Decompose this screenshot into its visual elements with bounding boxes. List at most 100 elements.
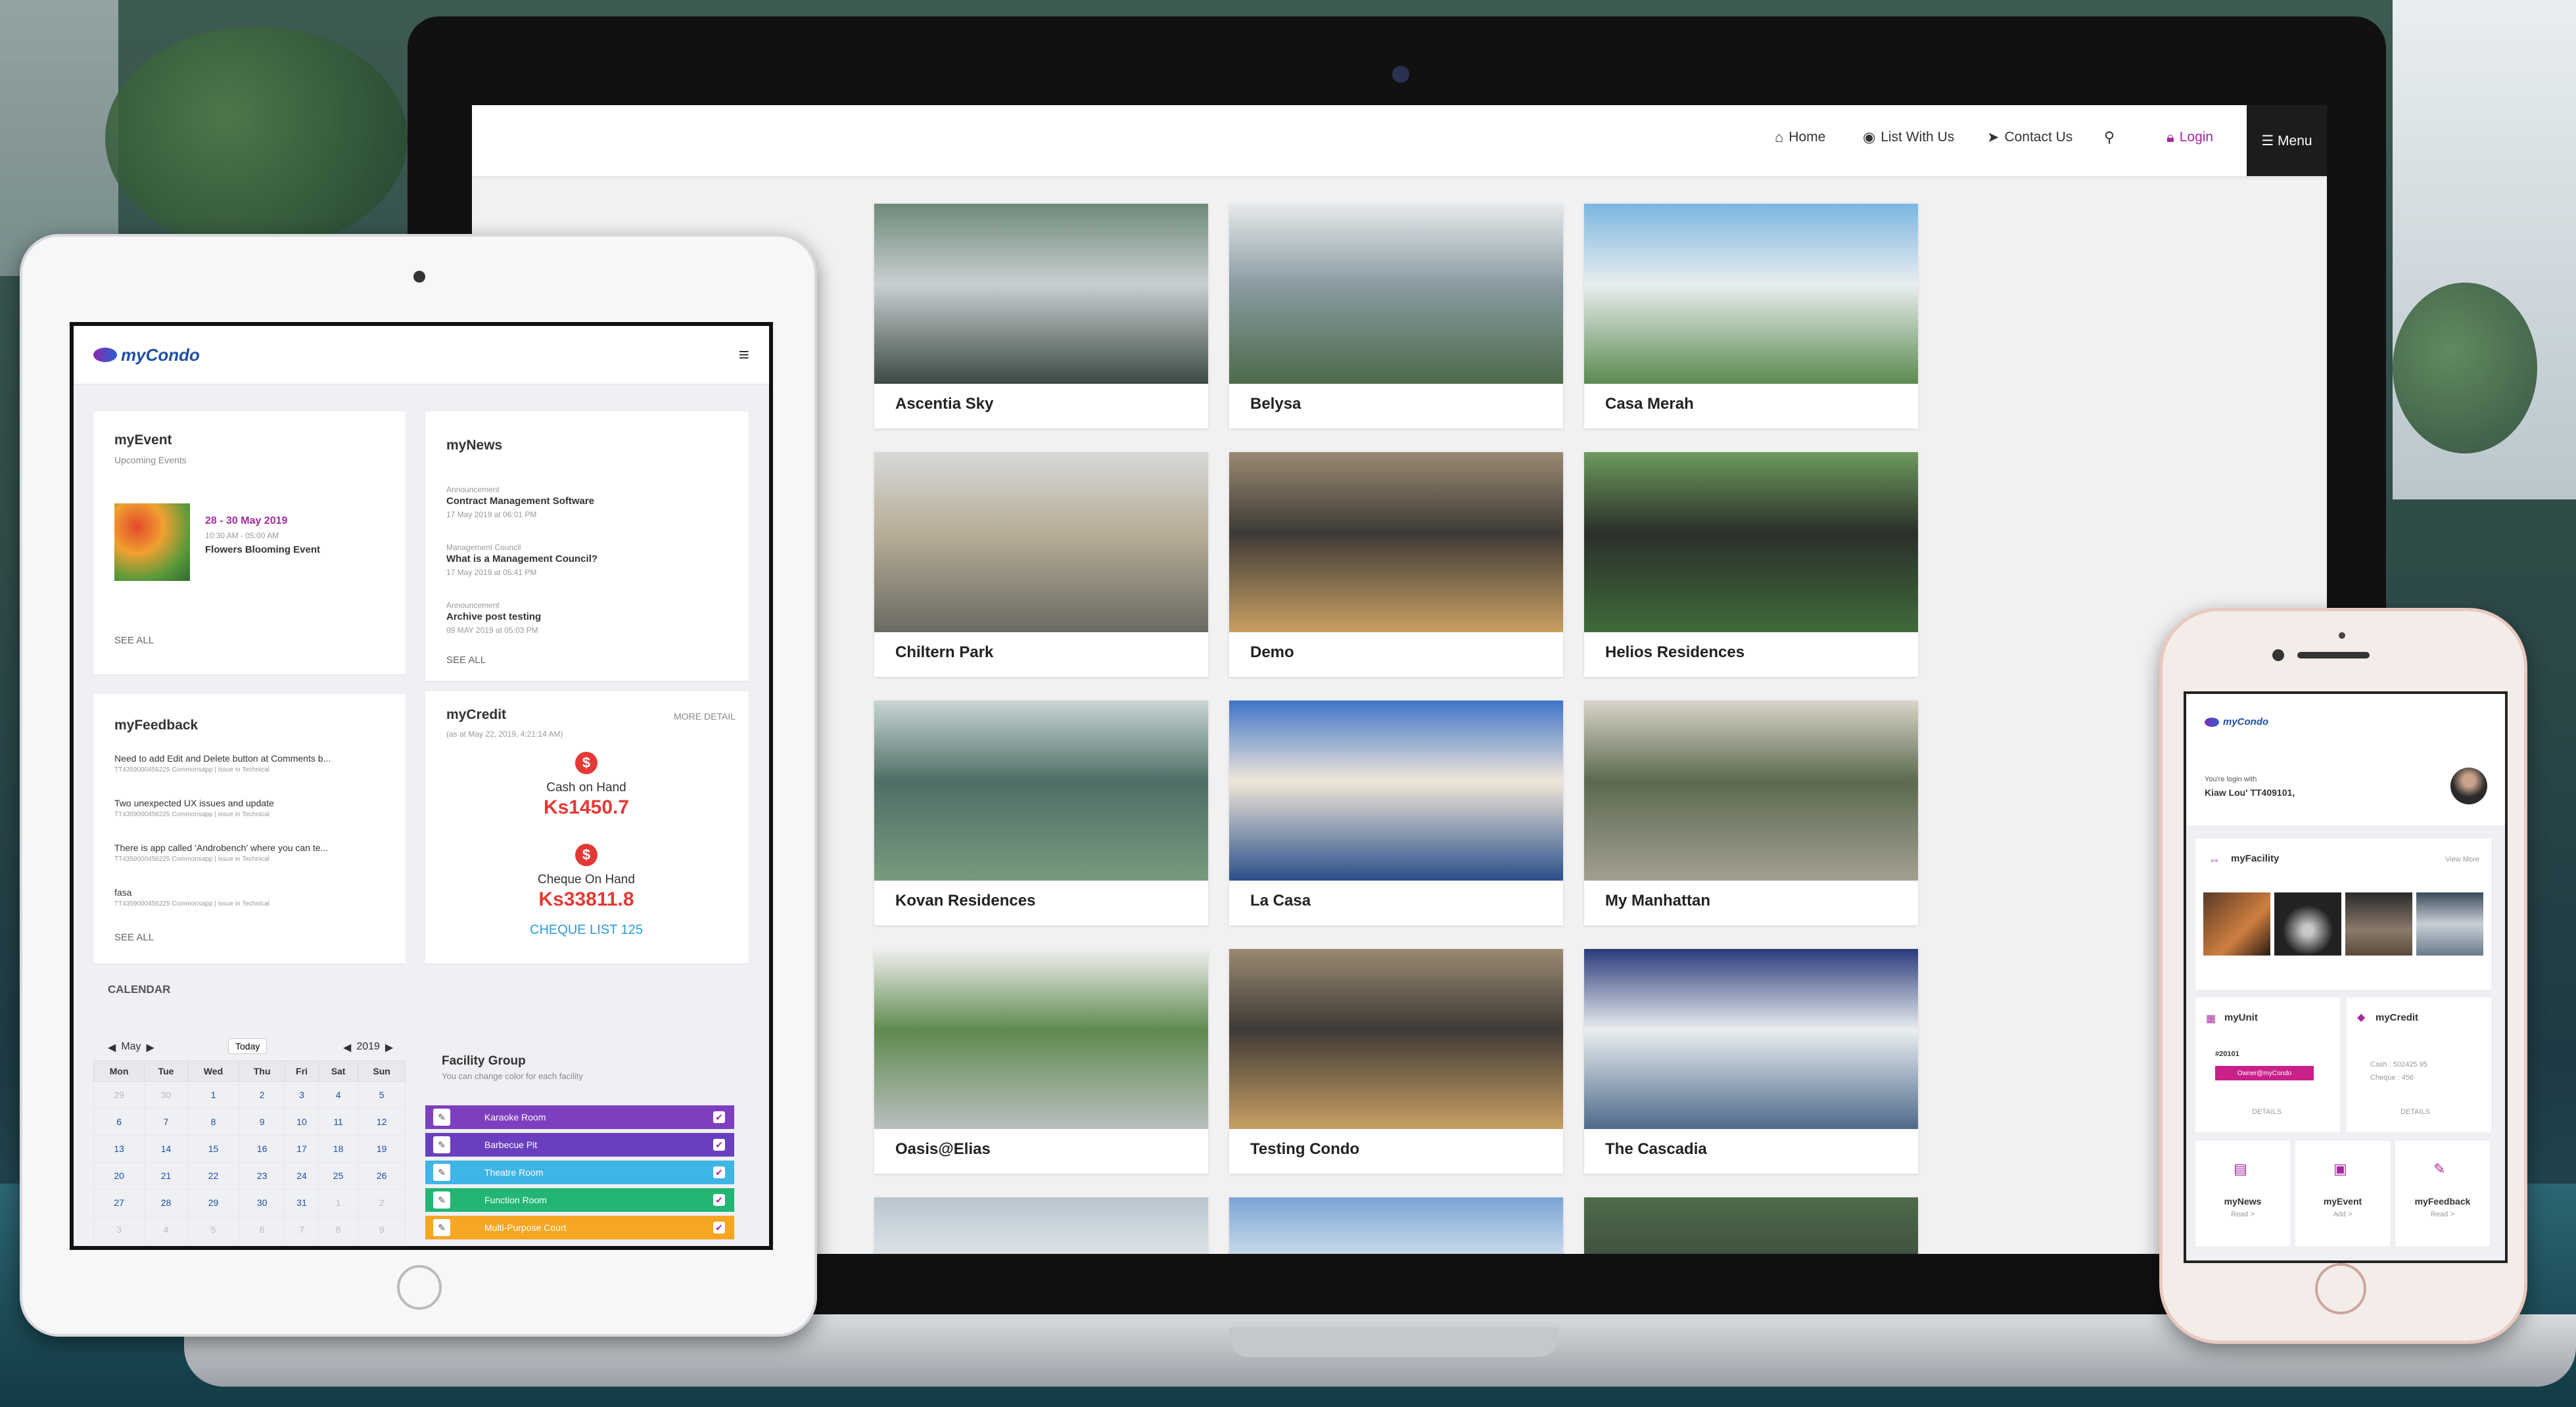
calendar-day[interactable]: 13 [93, 1135, 145, 1163]
listing-name[interactable]: The Cascadia [1605, 1140, 1707, 1159]
listing-card[interactable]: Testing Condo [1229, 949, 1563, 1174]
calendar-day[interactable]: 14 [144, 1135, 188, 1163]
news-title[interactable]: Archive post testing [446, 611, 541, 622]
listing-photo[interactable] [1229, 1197, 1563, 1254]
calendar-day[interactable]: 15 [187, 1135, 240, 1163]
calendar-day[interactable]: 31 [285, 1189, 319, 1216]
calendar-day[interactable]: 29 [187, 1189, 240, 1216]
avatar[interactable] [2450, 768, 2487, 804]
edit-icon[interactable]: ✎ [433, 1219, 450, 1236]
mycondo-logo[interactable]: myCondo [93, 345, 200, 365]
today-button[interactable]: Today [228, 1038, 268, 1054]
phone-view-more[interactable]: View More [2445, 856, 2479, 864]
event-thumbnail[interactable] [114, 503, 190, 581]
edit-icon[interactable]: ✎ [433, 1164, 450, 1181]
nav-home[interactable]: ⌂ Home [1775, 129, 1825, 146]
calendar-day[interactable]: 27 [93, 1189, 145, 1216]
listing-name[interactable]: Chiltern Park [895, 643, 993, 662]
calendar-day[interactable]: 28 [144, 1189, 188, 1216]
calendar-day[interactable]: 1 [317, 1189, 359, 1216]
listing-name[interactable]: La Casa [1250, 892, 1311, 910]
calendar-day[interactable]: 7 [144, 1108, 188, 1136]
prev-month-icon[interactable]: ◀ [108, 1041, 116, 1054]
calendar-day[interactable]: 24 [285, 1162, 319, 1189]
calendar-day[interactable]: 6 [239, 1216, 286, 1243]
listing-card[interactable]: Belysa [1229, 204, 1563, 428]
listing-photo[interactable] [1584, 701, 1918, 881]
phone-home-button[interactable] [2315, 1263, 2366, 1314]
listing-photo[interactable] [874, 701, 1208, 881]
nav-contact-us[interactable]: ➤ Contact Us [1987, 129, 2073, 146]
news-title[interactable]: What is a Management Council? [446, 553, 597, 565]
cheque-list-link[interactable]: CHEQUE LIST 125 [488, 923, 685, 938]
calendar-day[interactable]: 7 [285, 1216, 319, 1243]
event-name[interactable]: Flowers Blooming Event [205, 544, 320, 555]
calendar-day[interactable]: 10 [285, 1108, 319, 1136]
calendar-day[interactable]: 5 [358, 1081, 406, 1109]
phone-tile-myevent[interactable]: ▣ myEvent Add > [2295, 1141, 2390, 1246]
listing-photo[interactable] [1229, 452, 1563, 632]
checkbox-icon[interactable]: ✔ [713, 1139, 725, 1151]
listing-name[interactable]: Demo [1250, 643, 1294, 662]
phone-unit-card[interactable]: ▦ myUnit #20101 Owner@myCondo DETAILS [2195, 998, 2340, 1132]
edit-icon[interactable]: ✎ [433, 1191, 450, 1209]
feedback-title[interactable]: There is app called 'Androbench' where y… [114, 842, 328, 853]
next-month-icon[interactable]: ▶ [147, 1041, 154, 1054]
listing-card[interactable] [874, 1197, 1208, 1254]
checkbox-icon[interactable]: ✔ [713, 1194, 725, 1206]
feedback-title[interactable]: Need to add Edit and Delete button at Co… [114, 753, 331, 764]
checkbox-icon[interactable]: ✔ [713, 1222, 725, 1234]
calendar-day[interactable]: 29 [93, 1081, 145, 1109]
nav-login[interactable]: 🔒︎ Login [2166, 129, 2213, 146]
listing-name[interactable]: Oasis@Elias [895, 1140, 991, 1159]
nav-list-with-us[interactable]: ◉ List With Us [1863, 129, 1954, 146]
listing-card[interactable] [1229, 1197, 1563, 1254]
checkbox-icon[interactable]: ✔ [713, 1111, 725, 1123]
tablet-home-button[interactable] [397, 1265, 442, 1310]
listing-name[interactable]: Ascentia Sky [895, 395, 993, 413]
prev-year-icon[interactable]: ◀ [343, 1041, 351, 1054]
calendar-day[interactable]: 8 [317, 1216, 359, 1243]
feedback-title[interactable]: fasa [114, 887, 131, 898]
calendar-day[interactable]: 16 [239, 1135, 286, 1163]
event-see-all[interactable]: SEE ALL [114, 635, 154, 646]
checkbox-icon[interactable]: ✔ [713, 1166, 725, 1178]
listing-card[interactable]: Casa Merah [1584, 204, 1918, 428]
facility-thumb-2[interactable] [2274, 892, 2341, 956]
calendar-day[interactable]: 2 [358, 1189, 406, 1216]
listing-photo[interactable] [1584, 949, 1918, 1129]
calendar-day[interactable]: 5 [187, 1216, 240, 1243]
facility-thumb-4[interactable] [2416, 892, 2483, 956]
news-see-all[interactable]: SEE ALL [446, 655, 486, 666]
listing-photo[interactable] [874, 452, 1208, 632]
calendar-day[interactable]: 25 [317, 1162, 359, 1189]
listing-photo[interactable] [1229, 949, 1563, 1129]
calendar-day[interactable]: 9 [239, 1108, 286, 1136]
calendar-day[interactable]: 23 [239, 1162, 286, 1189]
calendar-day[interactable]: 21 [144, 1162, 188, 1189]
listing-name[interactable]: Helios Residences [1605, 643, 1745, 662]
calendar-day[interactable]: 17 [285, 1135, 319, 1163]
listing-card[interactable]: My Manhattan [1584, 701, 1918, 925]
facility-row[interactable]: ✎ Function Room ✔ [425, 1188, 734, 1212]
feedback-see-all[interactable]: SEE ALL [114, 932, 154, 943]
listing-name[interactable]: My Manhattan [1605, 892, 1710, 910]
listing-photo[interactable] [874, 1197, 1208, 1254]
calendar-day[interactable]: 8 [187, 1108, 240, 1136]
calendar-day[interactable]: 19 [358, 1135, 406, 1163]
phone-tile-mynews[interactable]: ▤ myNews Read > [2195, 1141, 2290, 1246]
listing-photo[interactable] [1584, 1197, 1918, 1254]
listing-photo[interactable] [1584, 452, 1918, 632]
calendar-day[interactable]: 6 [93, 1108, 145, 1136]
facility-row[interactable]: ✎ Karaoke Room ✔ [425, 1105, 734, 1129]
listing-card[interactable]: La Casa [1229, 701, 1563, 925]
calendar-day[interactable]: 3 [93, 1216, 145, 1243]
phone-tile-sub[interactable]: Read > [2395, 1211, 2490, 1218]
calendar-day[interactable]: 9 [358, 1216, 406, 1243]
calendar-day[interactable]: 2 [239, 1081, 286, 1109]
calendar-day[interactable]: 30 [144, 1081, 188, 1109]
listing-card[interactable]: Helios Residences [1584, 452, 1918, 677]
calendar-day[interactable]: 1 [187, 1081, 240, 1109]
phone-logo[interactable]: myCondo [2205, 716, 2268, 727]
calendar-day[interactable]: 18 [317, 1135, 359, 1163]
